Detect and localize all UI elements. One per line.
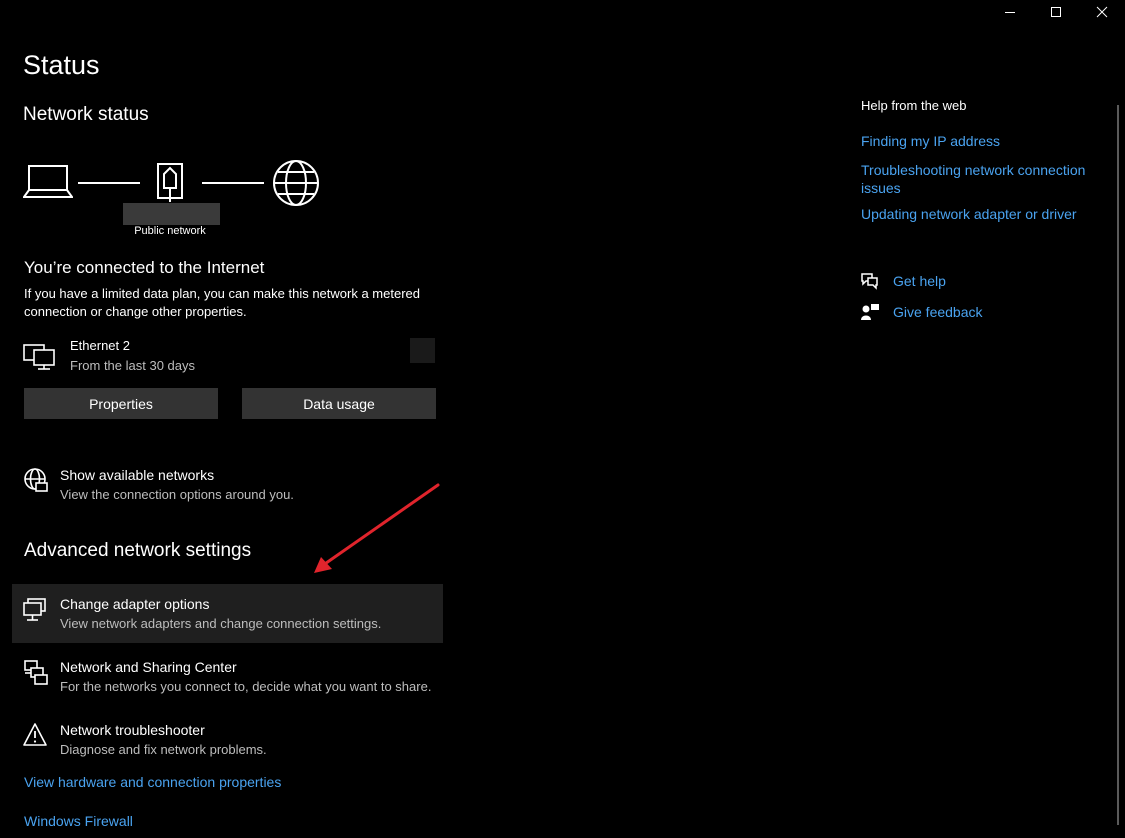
maximize-button[interactable] (1033, 0, 1079, 24)
change-adapter-sub: View network adapters and change connect… (60, 616, 382, 631)
ethernet-icon (23, 340, 61, 375)
available-networks-icon (23, 467, 49, 500)
maximize-icon (1051, 7, 1061, 17)
connection-status-heading: You’re connected to the Internet (24, 258, 265, 277)
sharing-center-icon (23, 659, 49, 692)
data-usage-button[interactable]: Data usage (242, 388, 436, 419)
properties-button[interactable]: Properties (24, 388, 218, 419)
warning-icon (23, 722, 49, 753)
show-available-networks[interactable]: Show available networks View the connect… (60, 467, 294, 502)
adapter-name: Ethernet 2 (70, 338, 130, 353)
sharing-center-sub: For the networks you connect to, decide … (60, 679, 432, 694)
network-status-heading: Network status (23, 104, 149, 125)
sharing-center-title: Network and Sharing Center (60, 659, 237, 675)
troubleshooter-title: Network troubleshooter (60, 722, 205, 738)
view-hardware-link[interactable]: View hardware and connection properties (24, 774, 281, 790)
globe-icon (272, 159, 322, 209)
close-button[interactable] (1079, 0, 1125, 24)
updating-adapter-link[interactable]: Updating network adapter or driver (861, 206, 1077, 222)
network-troubleshooter[interactable]: Network troubleshooter Diagnose and fix … (60, 722, 267, 757)
troubleshooter-sub: Diagnose and fix network problems. (60, 742, 267, 757)
scrollbar[interactable] (1117, 105, 1119, 825)
redacted-network-name (123, 203, 220, 225)
connection-line (78, 182, 140, 184)
adapter-usage-period: From the last 30 days (70, 358, 195, 373)
show-networks-title: Show available networks (60, 467, 215, 483)
adapter-icon (23, 597, 49, 628)
show-networks-sub: View the connection options around you. (60, 487, 294, 502)
finding-ip-link[interactable]: Finding my IP address (861, 133, 1000, 149)
get-help-icon (860, 272, 880, 295)
advanced-settings-heading: Advanced network settings (24, 540, 252, 561)
redacted-usage-value (410, 338, 435, 363)
connection-status-description: If you have a limited data plan, you can… (24, 286, 420, 319)
close-icon (1096, 6, 1108, 18)
minimize-icon (1005, 12, 1015, 13)
give-feedback-link[interactable]: Give feedback (893, 304, 983, 320)
troubleshooting-connection-link[interactable]: Troubleshooting network connection issue… (861, 161, 1101, 197)
connection-line (202, 182, 264, 184)
network-sharing-center[interactable]: Network and Sharing Center For the netwo… (60, 659, 431, 694)
change-adapter-title: Change adapter options (60, 596, 210, 612)
minimize-button[interactable] (987, 0, 1033, 24)
page-title: Status (23, 50, 100, 80)
annotation-arrow (305, 478, 445, 583)
network-type-label: Public network (134, 225, 206, 237)
router-icon (154, 162, 188, 202)
laptop-icon (23, 164, 73, 200)
feedback-icon (860, 303, 880, 326)
windows-firewall-link[interactable]: Windows Firewall (24, 813, 133, 829)
get-help-link[interactable]: Get help (893, 273, 946, 289)
help-heading: Help from the web (861, 98, 967, 113)
